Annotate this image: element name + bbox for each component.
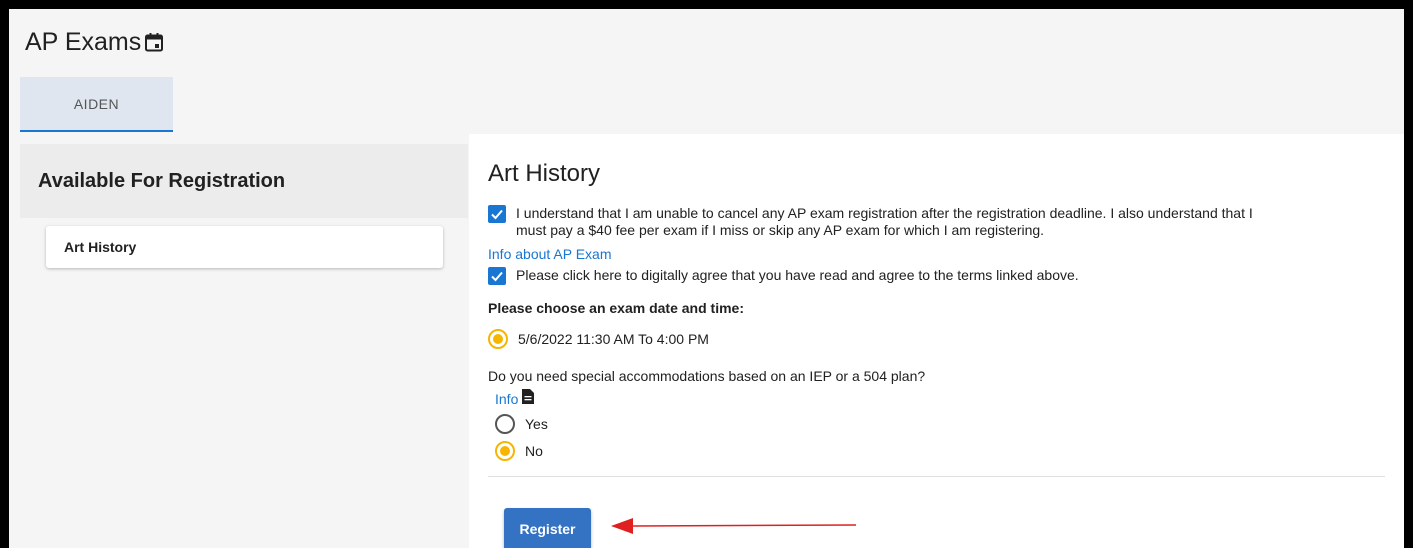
agreement-text-line2: must pay a $40 fee per exam if I miss or… bbox=[516, 222, 1045, 238]
info-link[interactable]: Info bbox=[495, 391, 518, 407]
app-header: AP Exams bbox=[9, 9, 1404, 75]
accommodation-info: Info bbox=[495, 389, 535, 409]
course-title: Art History bbox=[488, 160, 601, 187]
exam-date-radio[interactable] bbox=[488, 329, 508, 349]
checkmark-icon bbox=[491, 209, 503, 220]
no-label: No bbox=[525, 443, 543, 459]
option-no: No bbox=[495, 441, 543, 461]
terms-row: Please click here to digitally agree tha… bbox=[488, 267, 1079, 285]
accommodation-question: Do you need special accommodations based… bbox=[488, 368, 926, 384]
sidebar-header: Available For Registration bbox=[20, 144, 468, 218]
terms-checkbox-label: Please click here to digitally agree tha… bbox=[516, 267, 1079, 283]
option-yes: Yes bbox=[495, 414, 548, 434]
yes-label: Yes bbox=[525, 416, 548, 432]
agreement-text-line1: I understand that I am unable to cancel … bbox=[516, 205, 1253, 221]
app-window: AP Exams AIDEN Available For Registratio… bbox=[9, 9, 1404, 548]
calendar-icon bbox=[144, 32, 164, 52]
exam-date-label: 5/6/2022 11:30 AM To 4:00 PM bbox=[518, 331, 709, 347]
tab-aiden[interactable]: AIDEN bbox=[20, 77, 173, 132]
terms-checkbox[interactable] bbox=[488, 267, 506, 285]
register-button[interactable]: Register bbox=[504, 508, 591, 548]
info-about-ap-exam-link[interactable]: Info about AP Exam bbox=[488, 246, 612, 262]
no-radio[interactable] bbox=[495, 441, 515, 461]
page-title-text: AP Exams bbox=[25, 27, 142, 56]
page-title: AP Exams bbox=[25, 28, 164, 57]
yes-radio[interactable] bbox=[495, 414, 515, 434]
divider bbox=[488, 476, 1385, 477]
agreement-row: I understand that I am unable to cancel … bbox=[488, 205, 1253, 239]
registration-panel: Art History I understand that I am unabl… bbox=[469, 134, 1404, 548]
agreement-checkbox[interactable] bbox=[488, 205, 506, 223]
exam-date-option: 5/6/2022 11:30 AM To 4:00 PM bbox=[488, 329, 709, 349]
sidebar-item-art-history[interactable]: Art History bbox=[46, 226, 443, 268]
tab-label: AIDEN bbox=[73, 95, 120, 112]
checkmark-icon bbox=[491, 271, 503, 282]
exam-date-prompt: Please choose an exam date and time: bbox=[488, 300, 744, 316]
annotation-arrow-icon bbox=[611, 518, 857, 534]
document-icon[interactable] bbox=[522, 389, 535, 409]
student-tabs: AIDEN bbox=[20, 77, 173, 132]
sidebar-item-label: Art History bbox=[64, 239, 137, 255]
sidebar: Available For Registration Art History bbox=[20, 144, 468, 548]
